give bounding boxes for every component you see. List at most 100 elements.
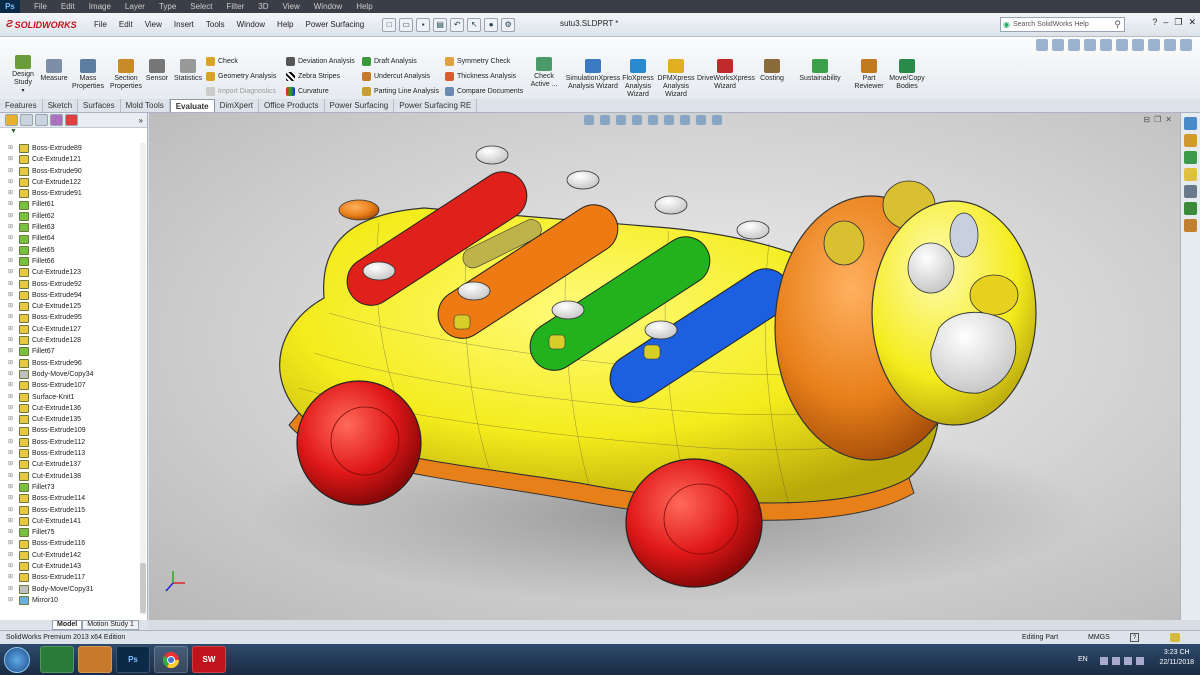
ps-menu-layer[interactable]: Layer: [125, 2, 145, 11]
expand-icon[interactable]: ⊞: [8, 211, 16, 222]
feature-item[interactable]: ⊞ Body-Move/Copy31: [0, 584, 140, 595]
taskbar-solidworks-icon[interactable]: SW: [192, 646, 226, 673]
view-settings-icon[interactable]: [1180, 39, 1192, 51]
feature-item[interactable]: ⊞ Cut-Extrude138: [0, 471, 140, 482]
save-icon[interactable]: ▪: [416, 17, 431, 32]
expand-icon[interactable]: ⊞: [8, 346, 16, 357]
ps-menu-select[interactable]: Select: [190, 2, 212, 11]
expand-icon[interactable]: ⊞: [8, 380, 16, 391]
options-icon[interactable]: ⚙: [501, 17, 516, 32]
feature-item[interactable]: ⊞ Boss-Extrude92: [0, 279, 140, 290]
design-library-icon[interactable]: [1184, 134, 1197, 147]
tab-power-surfacing-re[interactable]: Power Surfacing RE: [394, 99, 478, 112]
feature-item[interactable]: ⊞ Boss-Extrude94: [0, 290, 140, 301]
tree-scrollbar[interactable]: [140, 143, 146, 615]
measure-button[interactable]: Measure: [38, 59, 70, 83]
expand-icon[interactable]: ⊞: [8, 233, 16, 244]
feature-item[interactable]: ⊞ Boss-Extrude90: [0, 166, 140, 177]
expand-icon[interactable]: ⊞: [8, 256, 16, 267]
zoom-icon[interactable]: [1036, 39, 1048, 51]
geometry-analysis-button[interactable]: Geometry Analysis: [206, 72, 276, 81]
folder-icon[interactable]: [1184, 168, 1197, 181]
tab-features[interactable]: Features: [0, 99, 43, 112]
feature-item[interactable]: ⊞ Fillet73: [0, 482, 140, 493]
expand-icon[interactable]: ⊞: [8, 199, 16, 210]
expand-icon[interactable]: ⊞: [8, 324, 16, 335]
minimize-icon[interactable]: –: [1163, 17, 1168, 28]
help-icon[interactable]: ?: [1130, 633, 1139, 642]
restore-icon[interactable]: ❐: [1174, 17, 1182, 28]
expand-icon[interactable]: ⊞: [8, 561, 16, 572]
move-copy-bodies-button[interactable]: Move/Copy Bodies: [887, 59, 927, 91]
property-manager-icon[interactable]: [20, 114, 33, 126]
import-diagnostics-button[interactable]: Import Diagnostics: [206, 87, 276, 96]
ps-menu-type[interactable]: Type: [159, 2, 176, 11]
solidworks-logo[interactable]: Ƨ SOLIDWORKS: [6, 19, 88, 30]
feature-item[interactable]: ⊞ Cut-Extrude125: [0, 301, 140, 312]
expand-icon[interactable]: ⊞: [8, 584, 16, 595]
expand-icon[interactable]: ⊞: [8, 482, 16, 493]
expand-icon[interactable]: ⊞: [8, 312, 16, 323]
scene-icon[interactable]: [1164, 39, 1176, 51]
draft-analysis-button[interactable]: Draft Analysis: [362, 57, 417, 66]
feature-item[interactable]: ⊞ Boss-Extrude115: [0, 505, 140, 516]
expand-icon[interactable]: ⊞: [8, 222, 16, 233]
scroll-thumb[interactable]: [140, 563, 146, 613]
feature-item[interactable]: ⊞ Boss-Extrude109: [0, 425, 140, 436]
undercut-analysis-button[interactable]: Undercut Analysis: [362, 72, 430, 81]
menu-tools[interactable]: Tools: [200, 20, 231, 29]
expand-icon[interactable]: ⊞: [8, 437, 16, 448]
feature-item[interactable]: ⊞ Boss-Extrude114: [0, 493, 140, 504]
tab-dimxpert[interactable]: DimXpert: [215, 99, 259, 112]
open-icon[interactable]: ▭: [399, 17, 414, 32]
section-properties-button[interactable]: Section Properties: [106, 59, 146, 91]
feature-item[interactable]: ⊞ Cut-Extrude122: [0, 177, 140, 188]
ps-menu-file[interactable]: File: [34, 2, 47, 11]
expand-icon[interactable]: ⊞: [8, 572, 16, 583]
deviation-analysis-button[interactable]: Deviation Analysis: [286, 57, 355, 66]
dimxpert-manager-icon[interactable]: [50, 114, 63, 126]
thickness-analysis-button[interactable]: Thickness Analysis: [445, 72, 516, 81]
mass-properties-button[interactable]: Mass Properties: [70, 59, 106, 91]
feature-item[interactable]: ⊞ Boss-Extrude117: [0, 572, 140, 583]
feature-item[interactable]: ⊞ Cut-Extrude141: [0, 516, 140, 527]
feature-item[interactable]: ⊞ Fillet63: [0, 222, 140, 233]
undo-icon[interactable]: ↶: [450, 17, 465, 32]
display-manager-icon[interactable]: [65, 114, 78, 126]
hide-show-icon[interactable]: [1132, 39, 1144, 51]
menu-view[interactable]: View: [139, 20, 168, 29]
tab-sketch[interactable]: Sketch: [43, 99, 79, 112]
check-active-button[interactable]: Check Active ...: [528, 57, 560, 89]
select-icon[interactable]: ↖: [467, 17, 482, 32]
sustainability-button[interactable]: Sustainability: [797, 59, 843, 83]
expand-icon[interactable]: ⊞: [8, 550, 16, 561]
expand-icon[interactable]: ⊞: [8, 245, 16, 256]
statistics-button[interactable]: Statistics: [172, 59, 204, 83]
expand-icon[interactable]: ⊞: [8, 595, 16, 606]
expand-icon[interactable]: ⊞: [8, 335, 16, 346]
menu-window[interactable]: Window: [231, 20, 271, 29]
feature-item[interactable]: ⊞ Surface-Knit1: [0, 392, 140, 403]
new-icon[interactable]: □: [382, 17, 397, 32]
feature-item[interactable]: ⊞ Fillet62: [0, 211, 140, 222]
feature-manager-icon[interactable]: [5, 114, 18, 126]
tray-flag-icon[interactable]: [1112, 657, 1120, 665]
feature-item[interactable]: ⊞ Boss-Extrude96: [0, 358, 140, 369]
menu-power-surfacing[interactable]: Power Surfacing: [300, 20, 371, 29]
expand-icon[interactable]: ⊞: [8, 358, 16, 369]
tray-volume-icon[interactable]: [1136, 657, 1144, 665]
expand-icon[interactable]: ⊞: [8, 143, 16, 154]
part-reviewer-button[interactable]: Part Reviewer: [853, 59, 885, 91]
feature-item[interactable]: ⊞ Fillet64: [0, 233, 140, 244]
help-icon[interactable]: ?: [1152, 17, 1157, 28]
chevron-right-icon[interactable]: »: [139, 116, 143, 125]
tab-mold-tools[interactable]: Mold Tools: [121, 99, 170, 112]
ps-menu-window[interactable]: Window: [314, 2, 342, 11]
feature-item[interactable]: ⊞ Cut-Extrude123: [0, 267, 140, 278]
expand-icon[interactable]: ⊞: [8, 527, 16, 538]
section-view-icon[interactable]: [1084, 39, 1096, 51]
bottom-tab-motion-study-1[interactable]: Motion Study 1: [82, 620, 139, 630]
feature-item[interactable]: ⊞ Boss-Extrude112: [0, 437, 140, 448]
tab-evaluate[interactable]: Evaluate: [169, 99, 215, 112]
expand-icon[interactable]: ⊞: [8, 448, 16, 459]
